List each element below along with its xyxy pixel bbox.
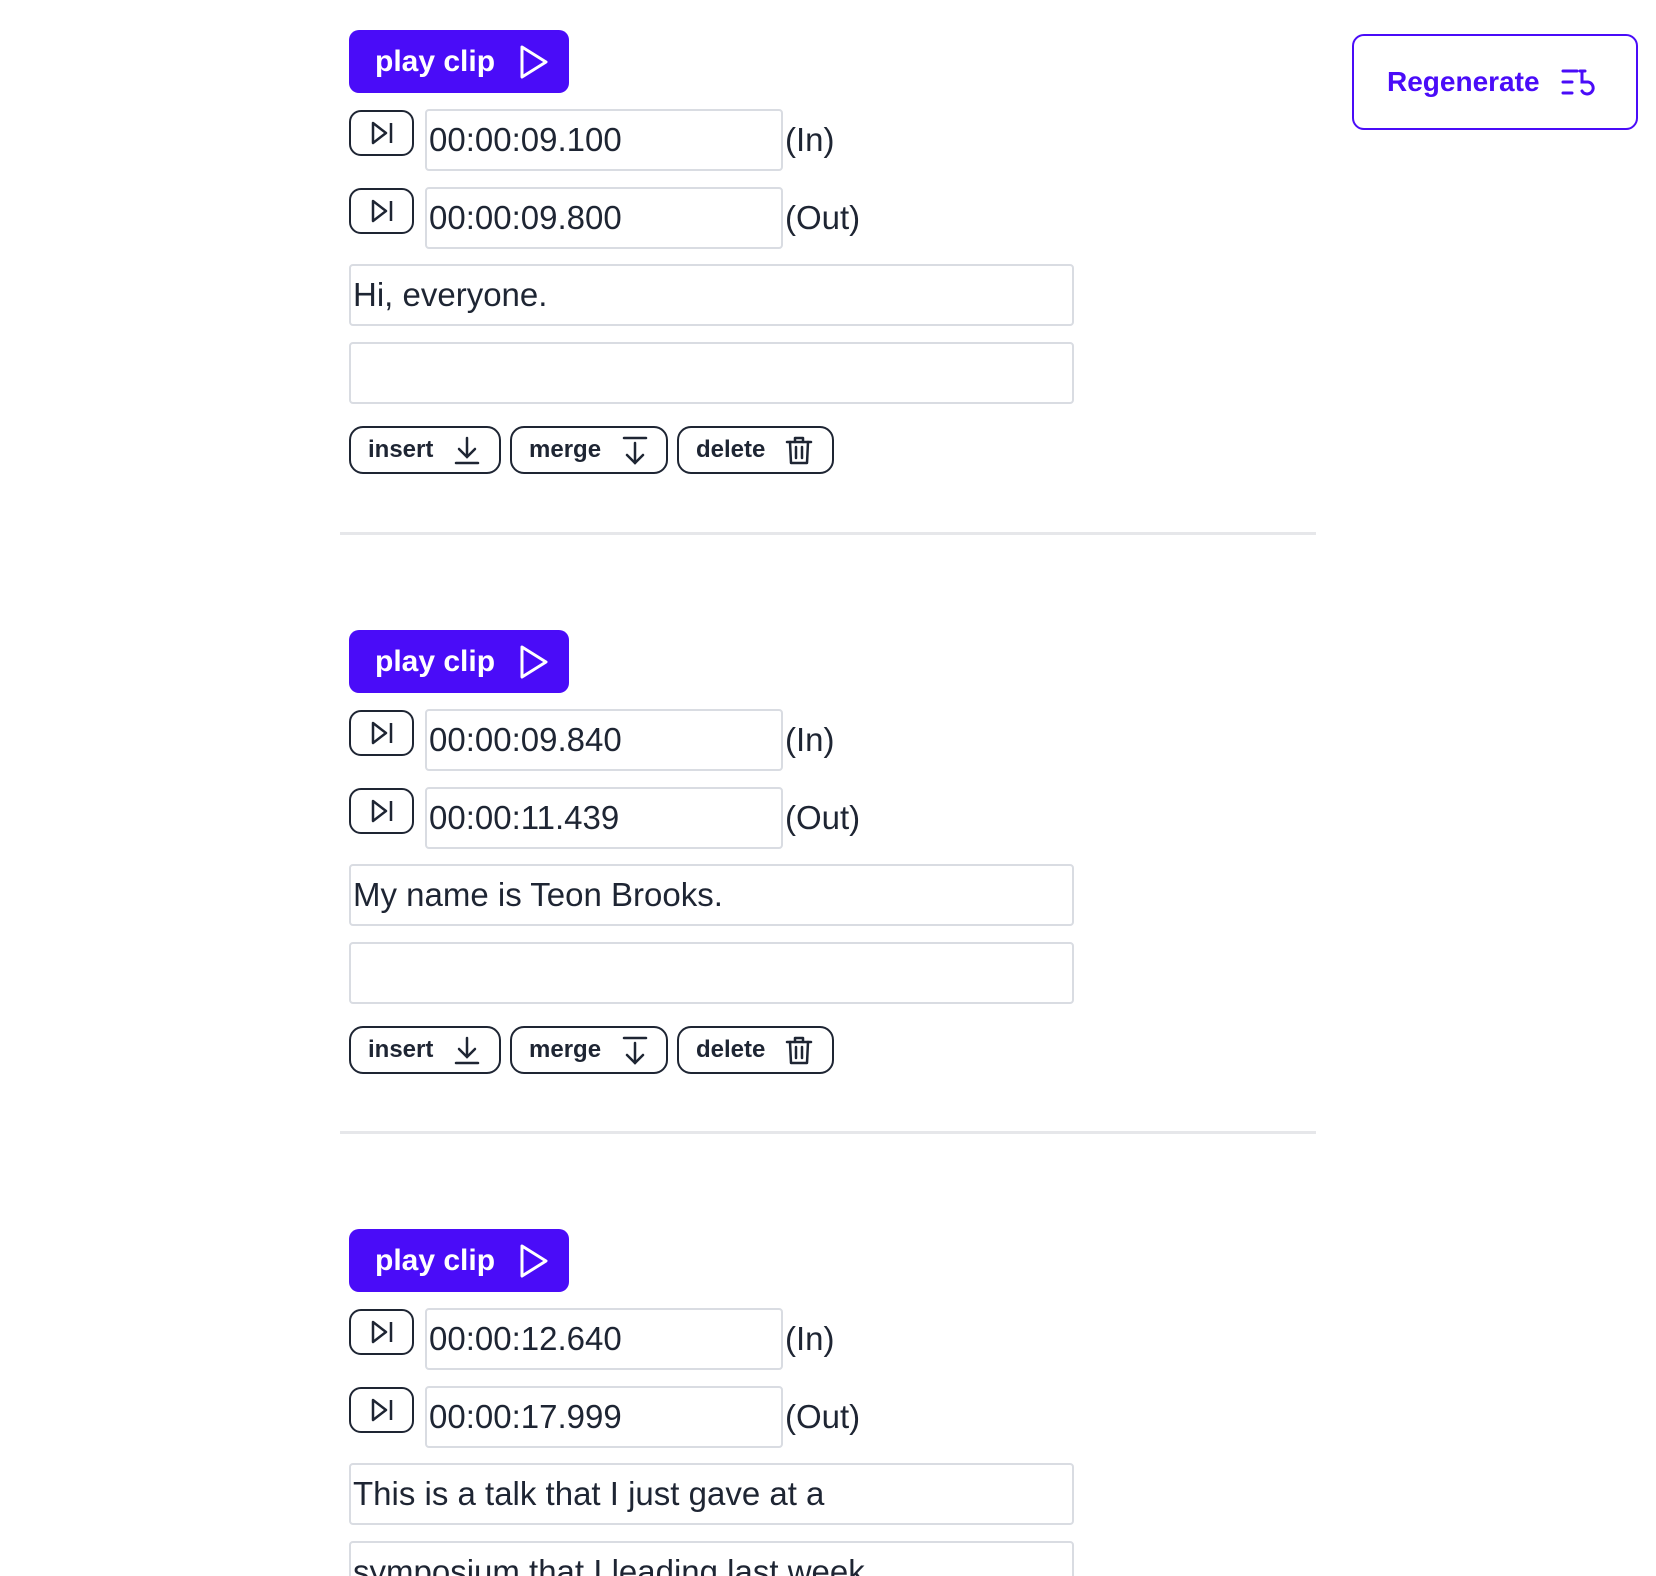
set-out-button[interactable] — [349, 1387, 414, 1433]
set-out-button[interactable] — [349, 188, 414, 234]
caption-line-1-input[interactable]: This is a talk that I just gave at a — [349, 1463, 1074, 1525]
out-time-input[interactable]: 00:00:17.999 — [425, 1386, 783, 1448]
regenerate-label: Regenerate — [1387, 66, 1540, 97]
delete-button[interactable]: delete — [677, 1026, 834, 1074]
insert-button[interactable]: insert — [349, 426, 501, 474]
out-timecode-row: 00:00:17.999 (Out) — [349, 1386, 949, 1448]
merge-button[interactable]: merge — [510, 1026, 668, 1074]
play-clip-label: play clip — [375, 644, 496, 678]
in-label: (In) — [785, 1320, 835, 1357]
play-icon — [520, 45, 548, 78]
set-in-button[interactable] — [349, 110, 414, 156]
in-time-input[interactable]: 00:00:12.640 — [425, 1308, 783, 1370]
out-label: (Out) — [785, 199, 861, 236]
in-timecode-row: 00:00:09.100 (In) — [349, 109, 949, 171]
play-clip-button[interactable]: play clip — [349, 1229, 569, 1292]
insert-label: insert — [368, 1036, 434, 1063]
merge-label: merge — [529, 436, 602, 463]
merge-down-icon — [622, 436, 648, 465]
play-clip-label: play clip — [375, 44, 496, 78]
skip-forward-icon — [371, 1398, 392, 1422]
caption-line-2-input[interactable]: symposium that I leading last week — [349, 1541, 1074, 1576]
out-label: (Out) — [785, 1398, 861, 1435]
in-timecode-row: 00:00:12.640 (In) — [349, 1308, 949, 1370]
in-label: (In) — [785, 121, 835, 158]
play-icon — [520, 1244, 548, 1277]
caption-line-1-input[interactable]: My name is Teon Brooks. — [349, 864, 1074, 926]
list-restart-icon — [1561, 69, 1595, 96]
segment-3: play clip 00:00:12.640 (In) 00:00:17.999… — [349, 1229, 1321, 1576]
arrow-down-icon — [455, 436, 480, 465]
set-in-button[interactable] — [349, 710, 414, 756]
skip-forward-icon — [371, 199, 392, 223]
segment-divider — [340, 1131, 1316, 1134]
caption-line-2-input[interactable] — [349, 942, 1074, 1004]
insert-button[interactable]: insert — [349, 1026, 501, 1074]
insert-label: insert — [368, 436, 434, 463]
skip-forward-icon — [371, 121, 392, 145]
trash-icon — [786, 436, 813, 465]
merge-label: merge — [529, 1036, 602, 1063]
in-label: (In) — [785, 721, 835, 758]
skip-forward-icon — [371, 799, 392, 823]
out-label: (Out) — [785, 799, 861, 836]
arrow-down-icon — [455, 1036, 480, 1065]
skip-forward-icon — [371, 721, 392, 745]
in-time-input[interactable]: 00:00:09.100 — [425, 109, 783, 171]
skip-forward-icon — [371, 1320, 392, 1344]
out-time-input[interactable]: 00:00:09.800 — [425, 187, 783, 249]
delete-label: delete — [696, 1036, 766, 1063]
segment-divider — [340, 532, 1316, 535]
in-timecode-row: 00:00:09.840 (In) — [349, 709, 949, 771]
out-time-input[interactable]: 00:00:11.439 — [425, 787, 783, 849]
trash-icon — [786, 1036, 813, 1065]
merge-down-icon — [622, 1036, 648, 1065]
play-clip-button[interactable]: play clip — [349, 630, 569, 693]
out-timecode-row: 00:00:09.800 (Out) — [349, 187, 949, 249]
play-clip-label: play clip — [375, 1243, 496, 1277]
in-time-input[interactable]: 00:00:09.840 — [425, 709, 783, 771]
segment-2: play clip 00:00:09.840 (In) 00:00:11.439… — [349, 630, 1321, 1080]
set-in-button[interactable] — [349, 1309, 414, 1355]
merge-button[interactable]: merge — [510, 426, 668, 474]
caption-line-2-input[interactable] — [349, 342, 1074, 404]
set-out-button[interactable] — [349, 788, 414, 834]
delete-label: delete — [696, 436, 766, 463]
delete-button[interactable]: delete — [677, 426, 834, 474]
regenerate-button[interactable]: Regenerate — [1352, 34, 1638, 130]
caption-line-1-input[interactable]: Hi, everyone. — [349, 264, 1074, 326]
play-clip-button[interactable]: play clip — [349, 30, 569, 93]
play-icon — [520, 645, 548, 678]
out-timecode-row: 00:00:11.439 (Out) — [349, 787, 949, 849]
segment-1: play clip 00:00:09.100 (In) 00:00:09.800… — [349, 30, 1321, 480]
